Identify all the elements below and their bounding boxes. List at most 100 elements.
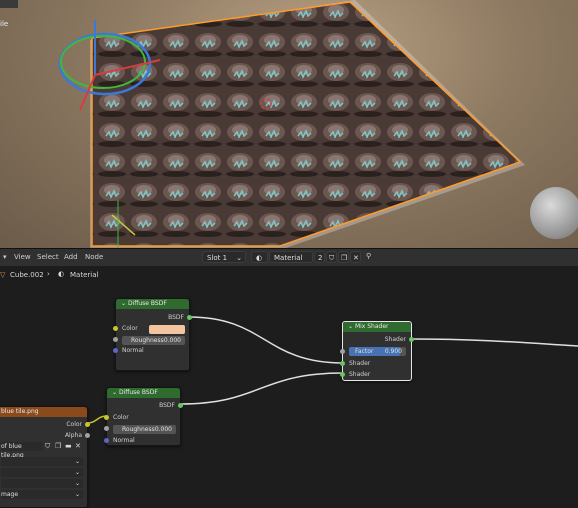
header-chevron-icon[interactable]: ▾ <box>3 253 7 261</box>
3d-viewport[interactable]: ile <box>0 0 578 248</box>
close-icon[interactable]: ✕ <box>75 442 81 450</box>
shader-input-socket-2[interactable] <box>340 372 345 377</box>
roughness-input-socket[interactable] <box>113 337 118 342</box>
color-input-socket[interactable] <box>104 415 109 420</box>
fake-user-button[interactable]: ⛉ <box>326 251 337 263</box>
textured-mesh[interactable] <box>91 1 522 247</box>
material-name-field[interactable]: Material <box>269 251 313 263</box>
breadcrumb-separator-icon: › <box>47 270 50 278</box>
node-canvas[interactable]: ⌄ Diffuse BSDF BSDF Color Roughness 0.00… <box>0 284 578 508</box>
output-label: BSDF <box>168 314 184 321</box>
material-icon: ◐ <box>58 270 65 278</box>
normal-input-socket[interactable] <box>104 438 109 443</box>
diffuse-bsdf-node-1[interactable]: ⌄ Diffuse BSDF BSDF Color Roughness 0.00… <box>113 298 192 371</box>
source-dropdown[interactable]: mage ⌄ <box>1 490 83 499</box>
extension-dropdown[interactable]: ⌄ <box>1 479 83 488</box>
bsdf-output-socket[interactable] <box>187 315 192 320</box>
projection-dropdown[interactable]: ⌄ <box>1 468 83 477</box>
source-value: mage <box>1 491 19 498</box>
user-count[interactable]: 2 <box>314 251 325 263</box>
duplicate-icon[interactable]: ❐ <box>55 442 61 450</box>
link-diffuse2-mix[interactable] <box>179 372 344 405</box>
node-title: Mix Shader <box>354 323 389 330</box>
factor-label: Factor <box>355 348 374 355</box>
breadcrumb-material[interactable]: Material <box>70 271 98 279</box>
slot-dropdown[interactable]: Slot 1 ⌄ <box>202 251 246 263</box>
preview-sphere[interactable] <box>530 187 578 239</box>
normal-input-socket[interactable] <box>113 348 118 353</box>
bsdf-output-socket[interactable] <box>178 403 183 408</box>
menu-add[interactable]: Add <box>64 253 78 261</box>
viewport-tag <box>0 0 18 8</box>
node-editor-header: ▾ View Select Add Node Slot 1 ⌄ ◐ Materi… <box>0 248 578 266</box>
roughness-input-socket[interactable] <box>104 426 109 431</box>
close-icon: ✕ <box>353 254 359 262</box>
color-label: Color <box>122 325 138 332</box>
shader-input-label-1: Shader <box>349 360 371 367</box>
mix-shader-node[interactable]: ⌄ Mix Shader Shader Factor 0.900 Shader … <box>340 321 414 381</box>
interpolation-dropdown[interactable]: ⌄ <box>1 457 83 466</box>
chevron-down-icon: ⌄ <box>74 491 80 498</box>
link-diffuse1-mix[interactable] <box>188 316 344 364</box>
node-header[interactable]: ⌄ Diffuse BSDF <box>116 299 189 309</box>
node-header[interactable]: ⌄ Mix Shader <box>343 322 411 332</box>
factor-value: 0.900 <box>384 348 402 355</box>
roughness-label: Roughness <box>131 337 164 344</box>
node-header[interactable]: ⌄ Diffuse BSDF <box>107 388 180 398</box>
color-swatch[interactable] <box>149 325 185 334</box>
node-header[interactable]: blue tile.png <box>0 407 87 417</box>
factor-input-socket[interactable] <box>340 349 345 354</box>
viewport-object-label: ile <box>0 20 9 28</box>
alpha-output-label: Alpha <box>64 432 82 439</box>
alpha-output-socket[interactable] <box>85 433 90 438</box>
shield-icon[interactable]: ⛉ <box>45 442 50 451</box>
chevron-down-icon: ⌄ <box>112 389 119 396</box>
chevron-down-icon: ⌄ <box>74 458 80 465</box>
material-browse-button[interactable]: ◐ <box>251 251 268 263</box>
image-file-field[interactable]: of blue tile.png <box>1 442 43 459</box>
output-label: Shader <box>384 336 406 343</box>
color-output-label: Color <box>66 421 82 428</box>
diffuse-bsdf-node-2[interactable]: ⌄ Diffuse BSDF BSDF Color Roughness 0.00… <box>104 387 183 446</box>
node-title: Diffuse BSDF <box>118 389 158 396</box>
roughness-label: Roughness <box>122 426 155 433</box>
node-title: blue tile.png <box>1 408 39 415</box>
normal-label: Normal <box>113 437 135 444</box>
shader-output-socket[interactable] <box>409 337 414 342</box>
node-title: Diffuse BSDF <box>127 300 167 307</box>
shield-icon: ⛉ <box>329 254 335 262</box>
menu-select[interactable]: Select <box>37 253 59 261</box>
duplicate-button[interactable]: ❐ <box>338 251 349 263</box>
mesh-object-icon: ▽ <box>0 271 6 279</box>
roughness-value: 0.000 <box>163 337 181 344</box>
folder-icon[interactable]: ▬ <box>65 442 72 450</box>
chevron-down-icon: ⌄ <box>236 254 242 262</box>
roughness-field[interactable]: Roughness 0.000 <box>122 336 185 345</box>
color-output-socket[interactable] <box>85 422 90 427</box>
breadcrumb-object[interactable]: Cube.002 <box>10 271 44 279</box>
menu-view[interactable]: View <box>14 253 31 261</box>
image-texture-node[interactable]: blue tile.png Color Alpha of blue tile.p… <box>0 406 90 508</box>
chevron-down-icon: ⌄ <box>74 469 80 476</box>
shader-input-label-2: Shader <box>349 371 371 378</box>
roughness-value: 0.000 <box>154 426 172 433</box>
menu-node[interactable]: Node <box>85 253 103 261</box>
slot-label: Slot 1 <box>207 254 228 262</box>
shader-input-socket-1[interactable] <box>340 361 345 366</box>
chevron-down-icon: ⌄ <box>121 300 128 307</box>
pin-icon[interactable]: ⚲ <box>366 252 371 260</box>
color-input-socket[interactable] <box>113 326 118 331</box>
material-name: Material <box>274 254 303 262</box>
color-label: Color <box>113 414 129 421</box>
unlink-button[interactable]: ✕ <box>350 251 361 263</box>
chevron-down-icon: ⌄ <box>74 480 80 487</box>
user-count-value: 2 <box>318 254 323 262</box>
factor-slider[interactable]: Factor 0.900 <box>349 347 406 356</box>
roughness-field[interactable]: Roughness 0.000 <box>113 425 176 434</box>
chevron-down-icon: ⌄ <box>348 323 355 330</box>
normal-label: Normal <box>122 347 144 354</box>
material-sphere-icon: ◐ <box>256 254 263 262</box>
output-label: BSDF <box>159 402 175 409</box>
duplicate-icon: ❐ <box>341 254 348 262</box>
link-mix-output[interactable] <box>409 338 578 347</box>
